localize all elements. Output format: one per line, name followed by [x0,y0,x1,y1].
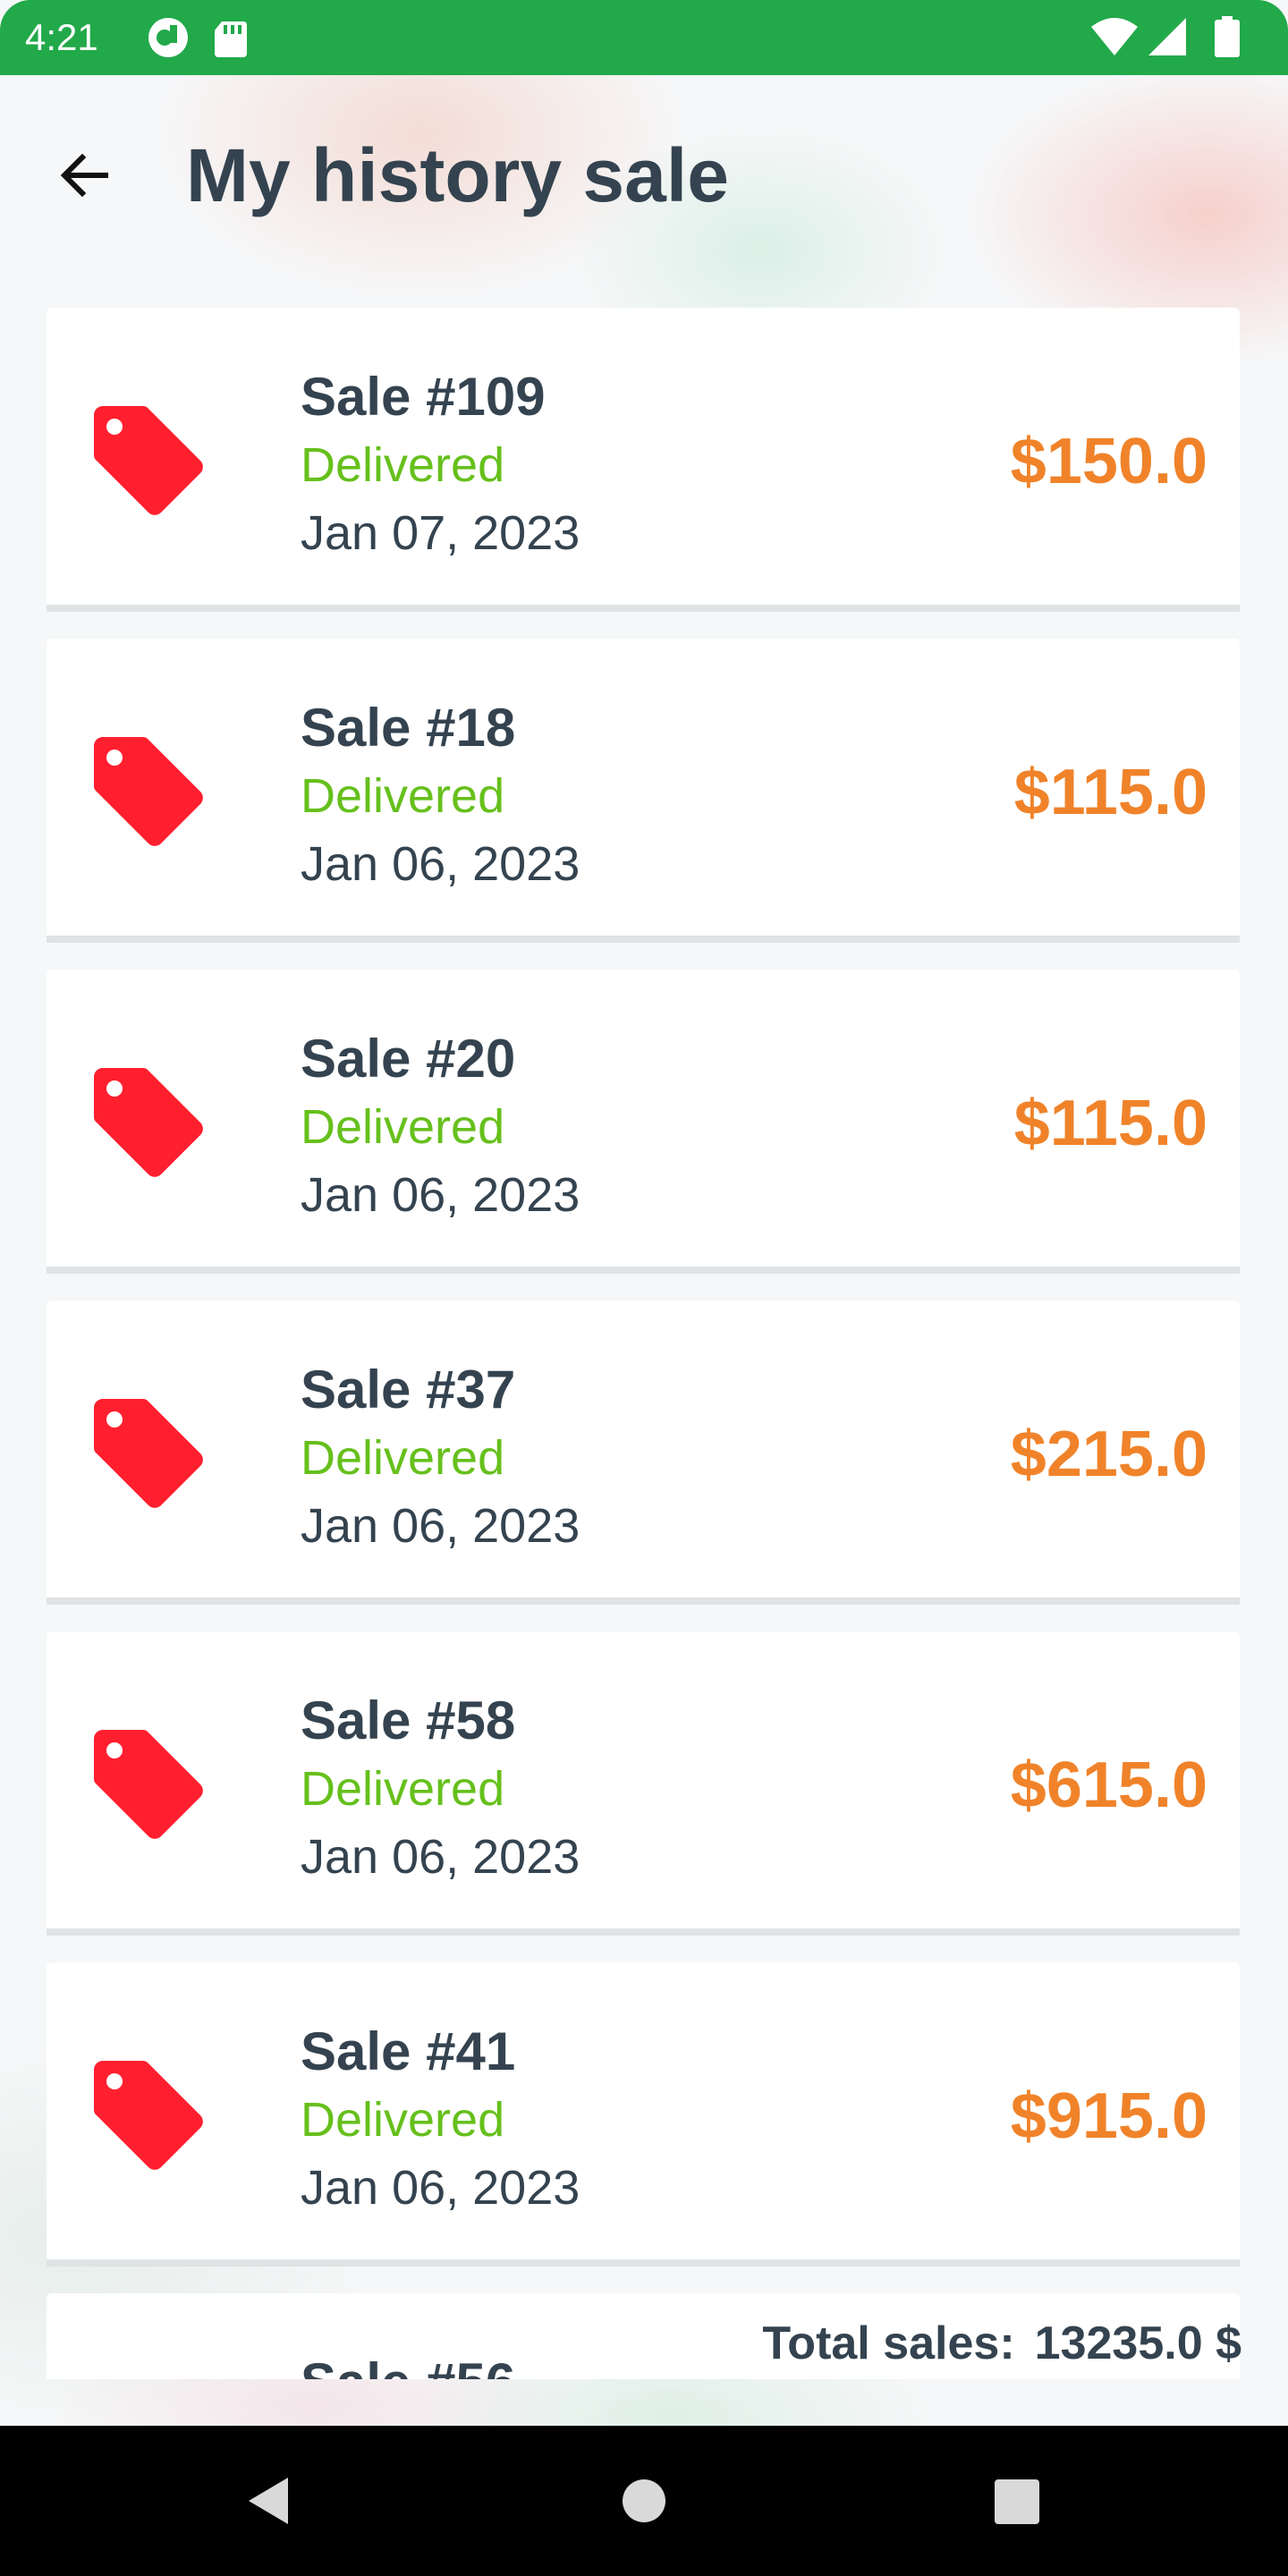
app-bar: My history sale [0,75,1288,281]
price-tag-icon [93,1067,203,1177]
price-tag-icon [93,2060,203,2170]
sale-amount: $615.0 [1010,1750,1208,1821]
home-circle-icon[interactable] [615,2472,673,2529]
sale-status: Delivered [301,1762,505,1816]
total-sales-label: Total sales: [762,2318,1015,2369]
system-nav-bar [0,2426,1288,2576]
sale-status: Delivered [301,438,505,492]
total-sales: Total sales: 13235.0 $ [762,2315,1241,2372]
sale-date: Jan 06, 2023 [301,1168,580,1222]
sale-amount: $215.0 [1010,1419,1208,1490]
sale-status: Delivered [301,769,505,823]
sale-amount: $915.0 [1010,2080,1208,2152]
sale-date: Jan 06, 2023 [301,1830,580,1884]
sale-date: Jan 06, 2023 [301,1499,580,1553]
sale-title: Sale #56 [301,2351,515,2379]
price-tag-icon [93,405,203,515]
total-sales-value: 13235.0 $ [1034,2318,1241,2369]
page-title: My history sale [186,133,729,217]
sale-status: Delivered [301,1431,505,1485]
sale-card[interactable]: Sale #41 Delivered Jan 06, 2023 $915.0 [47,1962,1240,2267]
sales-list[interactable]: Sale #109 Delivered Jan 07, 2023 $150.0 … [47,308,1240,2379]
notification-app-icon [148,18,188,57]
back-triangle-icon[interactable] [240,2472,297,2529]
sale-card[interactable]: Sale #58 Delivered Jan 06, 2023 $615.0 [47,1631,1240,1936]
back-button[interactable] [47,138,122,213]
arrow-left-icon [60,153,108,198]
status-time: 4:21 [25,16,98,58]
status-bar: 4:21 [0,0,1288,75]
sale-amount: $115.0 [1013,1088,1208,1159]
sale-status: Delivered [301,1100,505,1154]
sale-card[interactable]: Sale #109 Delivered Jan 07, 2023 $150.0 [47,308,1240,612]
sale-title: Sale #20 [301,1029,516,1089]
sale-amount: $150.0 [1010,426,1208,497]
status-right-icons [1091,16,1240,57]
sale-status: Delivered [301,2093,505,2147]
price-tag-icon [93,736,203,846]
sale-card[interactable]: Sale #20 Delivered Jan 06, 2023 $115.0 [47,970,1240,1274]
sale-card[interactable]: Sale #18 Delivered Jan 06, 2023 $115.0 [47,639,1240,943]
signal-icon [1148,18,1186,55]
battery-icon [1215,16,1240,57]
sd-card-icon [215,21,247,57]
sale-title: Sale #41 [301,2021,516,2081]
sale-title: Sale #58 [301,1690,516,1750]
sale-date: Jan 07, 2023 [301,506,580,560]
sale-date: Jan 06, 2023 [301,837,580,891]
price-tag-icon [93,1729,203,1839]
status-left-icons [148,18,247,57]
sale-amount: $115.0 [1013,757,1208,828]
sale-date: Jan 06, 2023 [301,2161,580,2215]
sale-title: Sale #37 [301,1360,516,1419]
wifi-icon [1091,18,1138,55]
screen: 4:21 My history sale Sale #109 Delivered… [0,0,1288,2576]
sale-title: Sale #109 [301,367,546,427]
sale-title: Sale #18 [301,698,516,758]
sale-card[interactable]: Sale #37 Delivered Jan 06, 2023 $215.0 [47,1301,1240,1605]
price-tag-icon [93,1398,203,1508]
recents-square-icon[interactable] [987,2472,1045,2529]
